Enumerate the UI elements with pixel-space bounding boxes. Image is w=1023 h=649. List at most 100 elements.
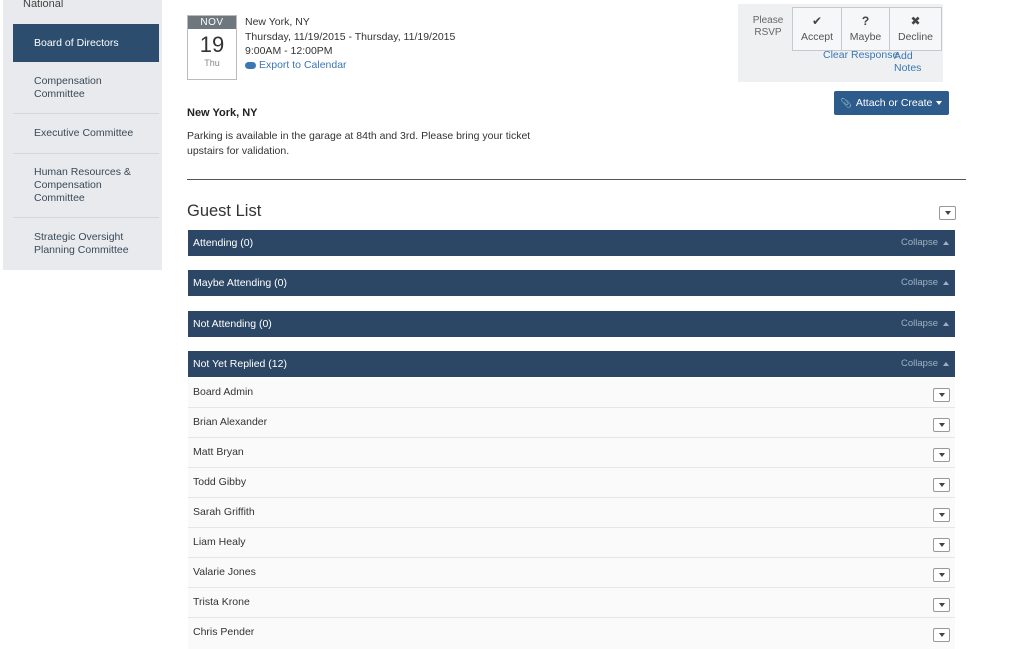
guest-list-menu-button[interactable]	[939, 206, 956, 220]
clear-response-link[interactable]: Clear Response	[823, 49, 898, 61]
guest-menu-button[interactable]	[933, 598, 950, 612]
checkmark-icon: ✔	[811, 14, 823, 28]
guest-menu-button[interactable]	[933, 628, 950, 642]
cloud-download-icon	[245, 61, 256, 69]
group-label: Attending (0)	[193, 237, 254, 249]
chevron-up-icon	[943, 280, 949, 285]
caret-down-icon	[938, 423, 945, 427]
event-time-range: 9:00AM - 12:00PM	[245, 45, 333, 57]
guest-name: Matt Bryan	[193, 446, 244, 458]
caret-down-icon	[938, 453, 945, 457]
section-divider	[187, 179, 966, 180]
guest-menu-button[interactable]	[933, 388, 950, 402]
sidebar-item-executive-committee[interactable]: Executive Committee	[13, 114, 159, 154]
sidebar-item-label: Compensation Committee	[34, 74, 102, 100]
group-maybe-attending[interactable]: Maybe Attending (0) Collapse	[188, 270, 955, 296]
group-not-yet-replied[interactable]: Not Yet Replied (12) Collapse	[188, 351, 955, 377]
group-label: Not Attending (0)	[193, 318, 272, 330]
sidebar-item-strategic-oversight[interactable]: Strategic Oversight Planning Committee	[13, 218, 159, 270]
guest-menu-button[interactable]	[933, 478, 950, 492]
guest-name: Liam Healy	[193, 536, 246, 548]
sidebar-item-label: Strategic Oversight Planning Committee	[34, 231, 129, 256]
guest-list-title: Guest List	[187, 202, 262, 220]
accept-label: Accept	[800, 31, 834, 43]
guest-row: Chris Pender	[188, 618, 955, 649]
guest-menu-button[interactable]	[933, 508, 950, 522]
guest-row: Trista Krone	[188, 588, 955, 618]
guest-menu-button[interactable]	[933, 418, 950, 432]
guest-row: Todd Gibby	[188, 468, 955, 498]
sidebar-item-hr-compensation-committee[interactable]: Human Resources & Compensation Committee	[13, 154, 159, 218]
close-icon: ✖	[910, 14, 921, 28]
caret-down-icon	[938, 603, 945, 607]
caret-down-icon	[944, 211, 951, 215]
caret-down-icon	[936, 101, 943, 105]
chevron-up-icon	[943, 361, 949, 366]
event-weekday: Thu	[204, 58, 220, 68]
guest-row: Board Admin	[188, 378, 955, 408]
collapse-label: Collapse	[901, 237, 938, 248]
guest-menu-button[interactable]	[933, 448, 950, 462]
sidebar-item-board-of-directors[interactable]: Board of Directors	[13, 24, 159, 62]
group-attending[interactable]: Attending (0) Collapse	[188, 230, 955, 256]
collapse-toggle[interactable]: Collapse	[901, 237, 949, 248]
sidebar-item-compensation-committee[interactable]: Compensation Committee	[13, 62, 159, 114]
accept-button[interactable]: ✔ Accept	[792, 7, 842, 51]
event-location: New York, NY	[245, 16, 310, 28]
sidebar-org-label: National	[23, 0, 64, 10]
guest-row: Sarah Griffith	[188, 498, 955, 528]
caret-down-icon	[938, 573, 945, 577]
decline-label: Decline	[897, 31, 934, 43]
collapse-toggle[interactable]: Collapse	[901, 318, 949, 329]
caret-down-icon	[938, 543, 945, 547]
guest-row: Brian Alexander	[188, 408, 955, 438]
collapse-label: Collapse	[901, 277, 938, 288]
caret-down-icon	[938, 393, 945, 397]
guest-name: Brian Alexander	[193, 416, 268, 428]
export-to-calendar-link[interactable]: Export to Calendar	[245, 59, 347, 71]
location-description: Parking is available in the garage at 84…	[187, 130, 531, 157]
guest-row: Valarie Jones	[188, 558, 955, 588]
sidebar-item-label: Human Resources & Compensation Committee	[34, 166, 131, 204]
guest-name: Trista Krone	[193, 596, 250, 608]
attach-label: Attach or Create	[855, 97, 933, 109]
guest-name: Todd Gibby	[193, 476, 247, 488]
rsvp-panel: Please RSVP ✔ Accept ? Maybe ✖ Decline C…	[738, 4, 943, 82]
sidebar-item-label: Board of Directors	[34, 36, 119, 49]
chevron-up-icon	[943, 321, 949, 326]
guest-name: Board Admin	[193, 386, 254, 398]
caret-down-icon	[938, 633, 945, 637]
decline-button[interactable]: ✖ Decline	[889, 7, 942, 51]
rsvp-label: Please RSVP	[752, 15, 784, 38]
caret-down-icon	[938, 513, 945, 517]
collapse-toggle[interactable]: Collapse	[901, 358, 949, 369]
maybe-label: Maybe	[849, 31, 882, 43]
paperclip-icon: 📎	[840, 97, 852, 108]
guest-name: Valarie Jones	[193, 566, 256, 578]
question-icon: ?	[861, 14, 870, 28]
add-notes-link[interactable]: Add Notes	[894, 50, 943, 74]
guest-menu-button[interactable]	[933, 538, 950, 552]
event-date-range: Thursday, 11/19/2015 - Thursday, 11/19/2…	[245, 31, 456, 43]
guest-menu-button[interactable]	[933, 568, 950, 582]
event-date-badge: NOV 19 Thu	[187, 15, 237, 80]
event-day: 19	[199, 32, 225, 57]
export-label: Export to Calendar	[259, 59, 347, 71]
maybe-button[interactable]: ? Maybe	[841, 7, 890, 51]
guest-name: Chris Pender	[193, 626, 255, 638]
collapse-toggle[interactable]: Collapse	[901, 277, 949, 288]
sidebar-item-label: Executive Committee	[34, 127, 134, 139]
group-label: Not Yet Replied (12)	[193, 358, 287, 370]
event-month: NOV	[188, 16, 236, 29]
group-not-attending[interactable]: Not Attending (0) Collapse	[188, 311, 955, 337]
collapse-label: Collapse	[901, 358, 938, 369]
guest-row: Matt Bryan	[188, 438, 955, 468]
chevron-up-icon	[943, 240, 949, 245]
collapse-label: Collapse	[901, 318, 938, 329]
attach-or-create-button[interactable]: 📎 Attach or Create	[834, 91, 949, 115]
caret-down-icon	[938, 483, 945, 487]
group-label: Maybe Attending (0)	[193, 277, 287, 289]
guest-row: Liam Healy	[188, 528, 955, 558]
guest-name: Sarah Griffith	[193, 506, 255, 518]
location-title: New York, NY	[187, 107, 258, 119]
